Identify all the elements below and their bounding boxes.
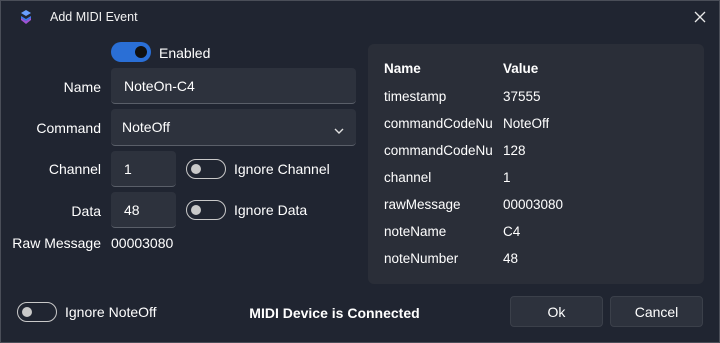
property-name: commandCodeNumber — [384, 143, 492, 158]
property-value: C4 — [503, 224, 521, 239]
raw-message-value: 00003080 — [111, 235, 174, 251]
property-name: commandCodeNu — [384, 116, 492, 131]
property-name: noteName — [384, 224, 447, 239]
close-button[interactable] — [687, 5, 713, 29]
raw-message-label: Raw Message — [12, 235, 101, 251]
data-input[interactable]: 48 — [111, 192, 176, 228]
enabled-toggle[interactable] — [111, 42, 151, 62]
ignore-channel-toggle[interactable] — [186, 159, 226, 179]
toggle-knob — [191, 205, 201, 215]
cancel-button[interactable]: Cancel — [610, 296, 703, 327]
command-select-value: NoteOff — [122, 119, 170, 135]
connection-status: MIDI Device is Connected — [249, 305, 420, 321]
add-midi-event-dialog: Add MIDI Event Enabled Name NoteOn-C4 Co… — [0, 0, 720, 343]
property-value: 37555 — [503, 89, 541, 104]
property-name: noteNumber — [384, 251, 459, 266]
command-label: Command — [36, 120, 101, 136]
chevron-down-icon — [334, 122, 344, 138]
channel-input[interactable]: 1 — [111, 151, 176, 187]
ignore-noteoff-label: Ignore NoteOff — [65, 304, 157, 320]
property-value: NoteOff — [503, 116, 550, 131]
name-input-value: NoteOn-C4 — [124, 77, 195, 94]
ignore-data-toggle[interactable] — [186, 200, 226, 220]
property-name: timestamp — [384, 89, 447, 104]
name-input[interactable]: NoteOn-C4 — [111, 68, 356, 104]
properties-header-name: Name — [384, 61, 421, 76]
data-label: Data — [71, 203, 101, 219]
channel-input-value: 1 — [124, 160, 132, 177]
ignore-data-label: Ignore Data — [234, 202, 308, 218]
property-name: rawMessage — [384, 197, 461, 212]
close-icon — [694, 11, 706, 23]
enabled-label: Enabled — [159, 45, 211, 61]
command-select[interactable]: NoteOff — [111, 109, 356, 146]
property-value: 00003080 — [503, 197, 564, 212]
property-value: 1 — [503, 170, 511, 185]
toggle-knob — [135, 46, 147, 58]
channel-label: Channel — [48, 161, 101, 177]
properties-header-value: Value — [503, 61, 539, 76]
data-input-value: 48 — [124, 201, 140, 218]
properties-panel: Name Value timestamp 37555 commandCodeNu… — [368, 44, 704, 284]
property-value: 128 — [503, 143, 526, 158]
title-bar: Add MIDI Event — [1, 1, 719, 33]
property-name: channel — [384, 170, 432, 185]
name-label: Name — [63, 79, 101, 95]
window-title: Add MIDI Event — [50, 10, 138, 24]
ignore-noteoff-toggle[interactable] — [17, 302, 57, 322]
app-logo-icon — [18, 9, 34, 25]
toggle-knob — [191, 164, 201, 174]
toggle-knob — [22, 307, 32, 317]
ignore-channel-label: Ignore Channel — [234, 161, 330, 177]
ok-button[interactable]: Ok — [510, 296, 603, 327]
property-value: 48 — [503, 251, 519, 266]
